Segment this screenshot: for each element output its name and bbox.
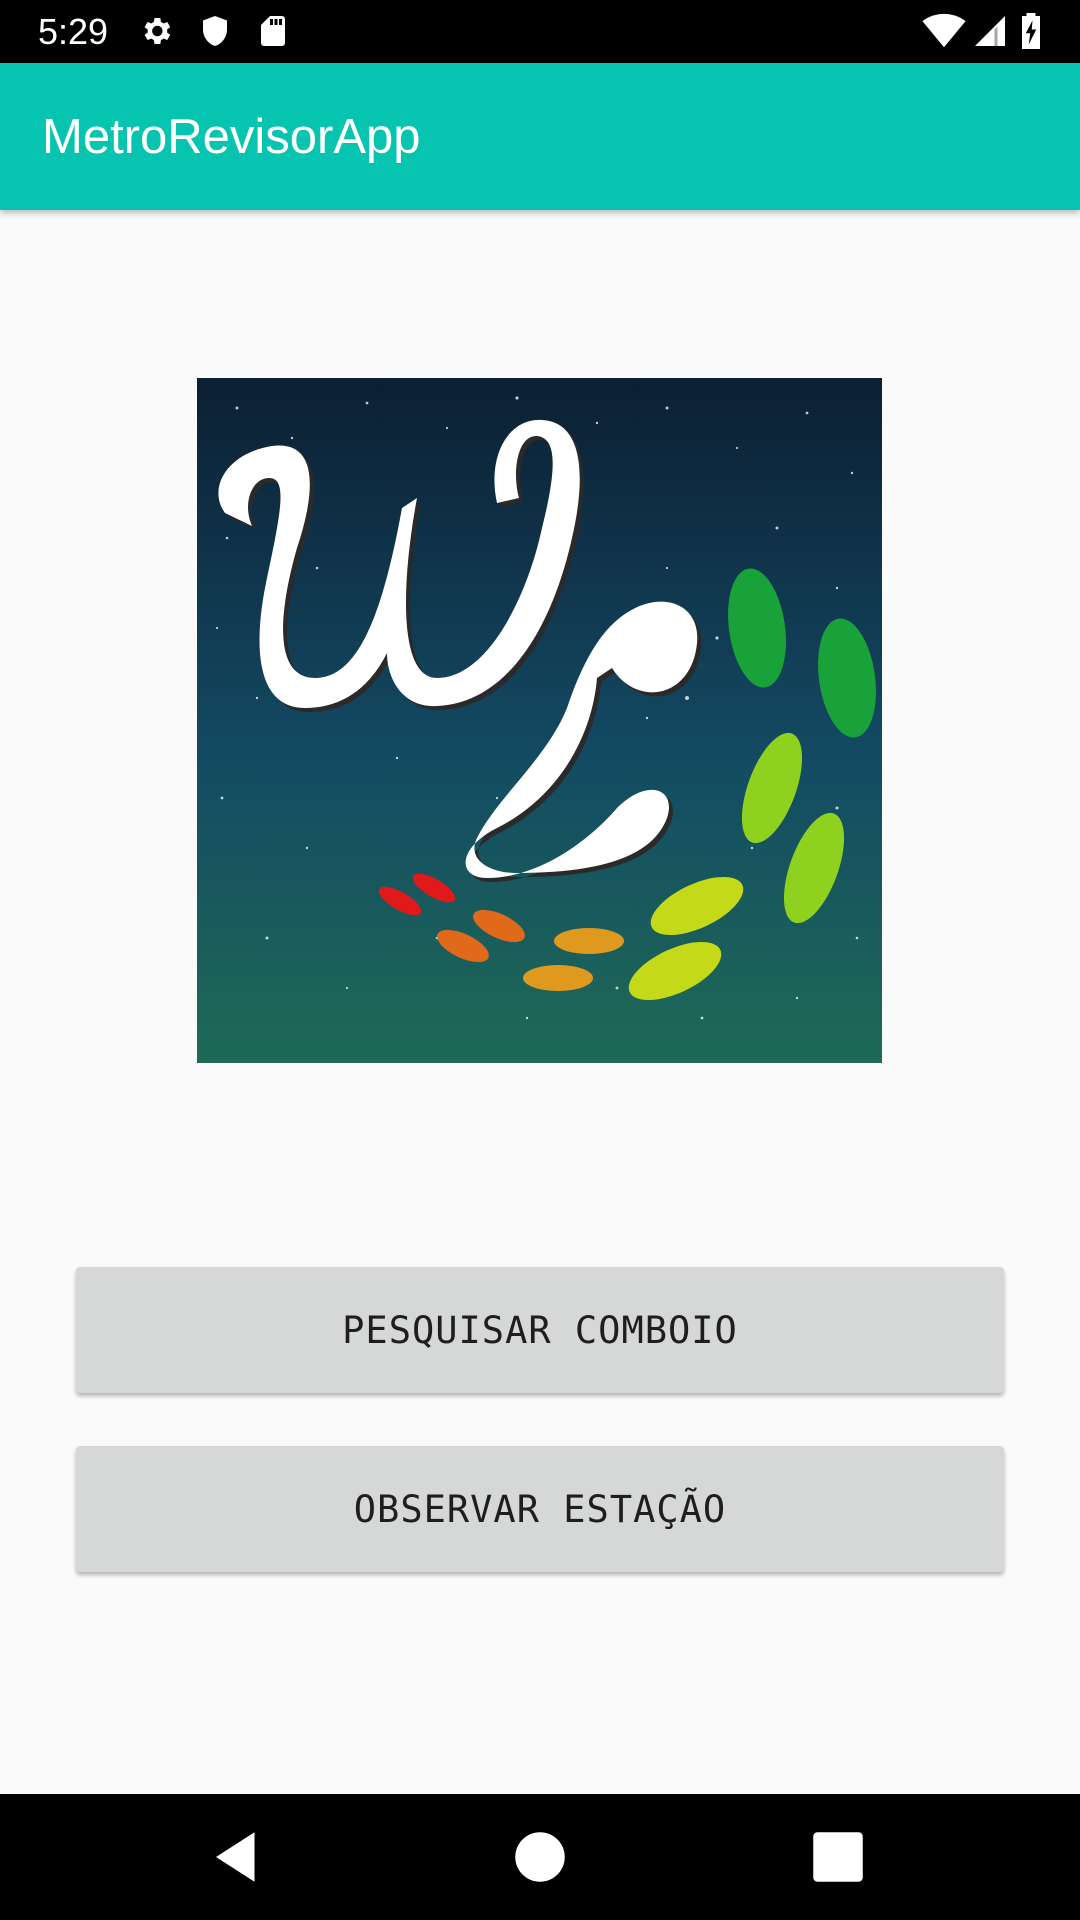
home-icon[interactable] [507,1824,573,1890]
sd-card-icon [261,16,285,46]
cell-signal-icon [975,16,1005,46]
wifi-icon [922,13,966,48]
screen: 5:29 MetroRevisorApp PESQUISAR COMBOIO O… [0,0,1080,1920]
shield-icon [203,16,227,46]
wl-logo-image [197,378,882,1063]
recents-icon[interactable] [805,1824,871,1890]
app-logo [197,378,882,1063]
gear-icon [144,17,171,45]
app-title: MetroRevisorApp [42,110,421,164]
status-time: 5:29 [38,11,109,52]
battery-charging-icon [1022,13,1040,49]
search-train-button[interactable]: PESQUISAR COMBOIO [76,1267,1004,1393]
observe-station-button[interactable]: OBSERVAR ESTAÇÃO [76,1446,1004,1572]
status-bar: 5:29 [0,0,1080,63]
back-icon[interactable] [205,1824,271,1890]
navigation-bar [0,1794,1080,1920]
app-bar: MetroRevisorApp [0,63,1080,210]
